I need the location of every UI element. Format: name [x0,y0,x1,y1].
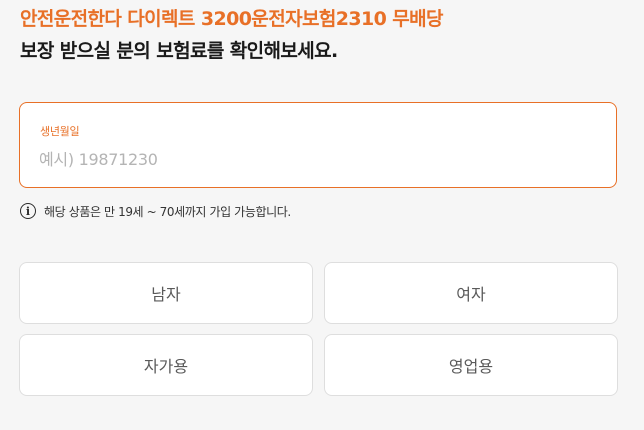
product-title: 안전운전한다 다이렉트 3200운전자보험2310 무배당 [20,8,443,30]
birthdate-label: 생년월일 [40,125,80,138]
gender-male-button[interactable]: 남자 [19,262,313,324]
gender-female-button[interactable]: 여자 [324,262,618,324]
birthdate-input[interactable] [39,145,579,173]
birthdate-field[interactable]: 생년월일 [19,102,617,188]
info-icon: i [20,203,36,219]
age-notice-text: 해당 상품은 만 19세 ~ 70세까지 가입 가능합니다. [44,204,291,219]
page-subtitle: 보장 받으실 분의 보험료를 확인해보세요. [20,40,338,62]
vehicle-private-button[interactable]: 자가용 [19,334,313,396]
age-notice: i 해당 상품은 만 19세 ~ 70세까지 가입 가능합니다. [20,201,291,221]
vehicle-commercial-button[interactable]: 영업용 [324,334,618,396]
insurance-quote-page: 안전운전한다 다이렉트 3200운전자보험2310 무배당 보장 받으실 분의 … [0,0,644,430]
